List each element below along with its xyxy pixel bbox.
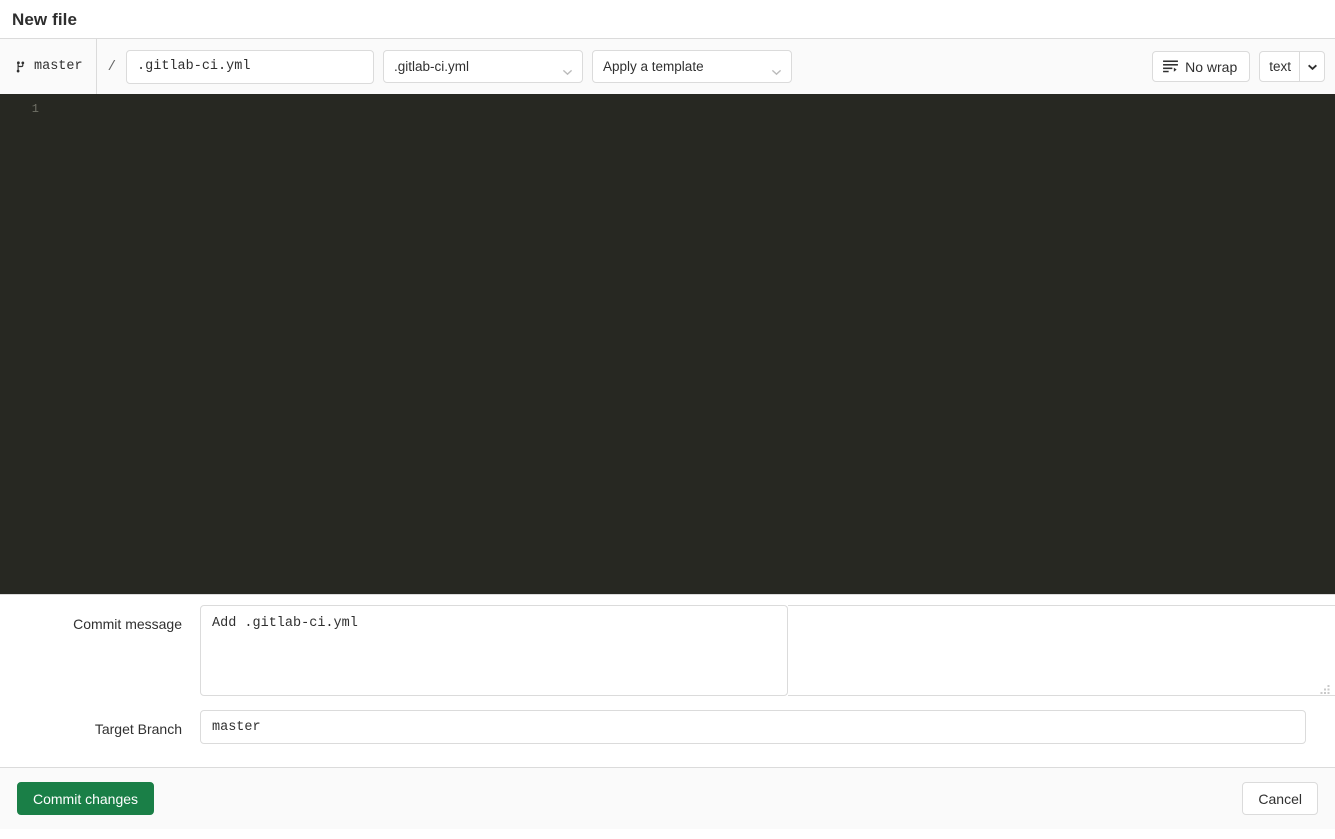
editor-mode-button[interactable]: text [1259, 51, 1325, 82]
no-wrap-icon [1163, 60, 1179, 73]
line-number: 1 [31, 102, 39, 116]
page-title: New file [12, 10, 78, 29]
commit-changes-button[interactable]: Commit changes [17, 782, 155, 815]
commit-form: Commit message Target Branch [0, 595, 1335, 744]
no-wrap-label: No wrap [1185, 58, 1238, 75]
editor-toolbar-right: No wrap text [1152, 51, 1325, 82]
template-select[interactable]: Apply a template [592, 50, 793, 83]
commit-message-wrapper [200, 605, 1335, 696]
textarea-resize-handle[interactable] [1320, 682, 1331, 694]
file-editor-card: master / .gitlab-ci.yml Apply a template [0, 38, 1335, 595]
no-wrap-button[interactable]: No wrap [1152, 51, 1251, 82]
template-select-wrapper: Apply a template [592, 50, 793, 83]
file-select[interactable]: .gitlab-ci.yml [383, 50, 584, 83]
branch-name-label: master [34, 59, 83, 74]
editor-content[interactable] [48, 94, 1335, 594]
target-branch-row: Target Branch [0, 710, 1335, 744]
target-branch-wrapper [200, 710, 1306, 744]
editor-toolbar: master / .gitlab-ci.yml Apply a template [0, 39, 1335, 94]
cancel-button[interactable]: Cancel [1242, 782, 1318, 815]
file-select-wrapper: .gitlab-ci.yml [383, 50, 584, 83]
commit-message-row: Commit message [0, 605, 1335, 696]
code-editor[interactable]: 1 [0, 94, 1335, 594]
branch-selector[interactable]: master [0, 39, 97, 94]
branch-icon [14, 60, 27, 74]
path-separator: / [107, 58, 117, 75]
editor-mode-label: text [1269, 59, 1291, 74]
target-branch-label: Target Branch [94, 721, 182, 737]
commit-message-extension [788, 605, 1335, 696]
commit-message-label: Commit message [73, 616, 182, 632]
commit-message-input[interactable] [200, 605, 788, 696]
target-branch-input[interactable] [200, 710, 1306, 744]
form-action-bar: Commit changes Cancel [0, 767, 1335, 829]
chevron-down-icon[interactable] [1299, 52, 1324, 81]
filename-input[interactable] [126, 49, 375, 84]
editor-gutter: 1 [0, 94, 48, 594]
